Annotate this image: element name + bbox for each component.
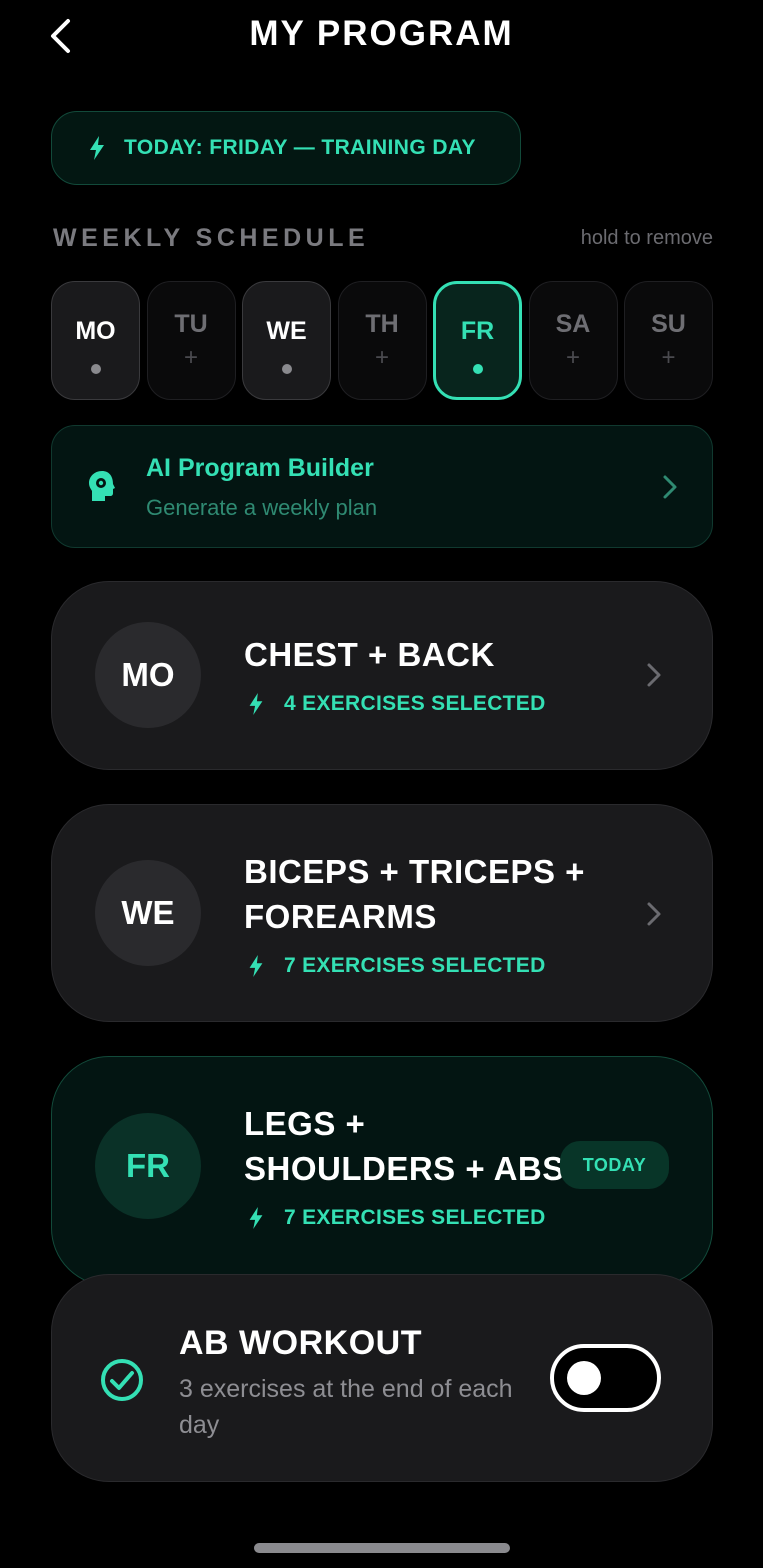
ab-workout-card: AB WORKOUT 3 exercises at the end of eac…	[51, 1274, 713, 1482]
page-title: MY PROGRAM	[249, 14, 514, 53]
exercise-count: 4 EXERCISES SELECTED	[248, 692, 546, 716]
chevron-right-icon	[663, 475, 677, 499]
chevron-right-icon	[647, 902, 661, 926]
workout-card-we[interactable]: WE BICEPS + TRICEPS + FOREARMS 7 EXERCIS…	[51, 804, 713, 1022]
day-avatar: WE	[95, 860, 201, 966]
program-screen: MY PROGRAM TODAY: FRIDAY — TRAINING DAY …	[0, 0, 763, 1568]
workout-title-line: LEGS +	[244, 1105, 366, 1142]
day-chip-sa[interactable]: SA +	[528, 281, 618, 400]
day-chip-tu[interactable]: TU +	[146, 281, 236, 400]
plus-icon: +	[183, 344, 198, 371]
exercise-count-text: 4 EXERCISES SELECTED	[284, 692, 546, 715]
day-avatar: FR	[95, 1113, 201, 1219]
day-dot-icon	[472, 364, 483, 374]
workout-title-line: FOREARMS	[244, 898, 437, 935]
bolt-icon	[249, 955, 263, 977]
day-abbr: TU	[174, 310, 208, 338]
ab-workout-title: AB WORKOUT	[179, 1324, 422, 1362]
bolt-icon	[249, 693, 263, 715]
day-abbr: TH	[365, 310, 399, 338]
day-abbr: WE	[266, 317, 307, 345]
toggle-knob	[567, 1361, 601, 1395]
ai-program-builder-card[interactable]: AI Program Builder Generate a weekly pla…	[51, 425, 713, 548]
check-circle-icon	[101, 1359, 143, 1401]
workout-card-mo[interactable]: MO CHEST + BACK 4 EXERCISES SELECTED	[51, 581, 713, 770]
workout-title-line: BICEPS + TRICEPS +	[244, 853, 585, 890]
day-chip-th[interactable]: TH +	[337, 281, 427, 400]
ai-builder-title: AI Program Builder	[146, 454, 374, 482]
exercise-count-text: 7 EXERCISES SELECTED	[284, 1206, 546, 1229]
day-abbr: SU	[651, 310, 686, 338]
workout-card-fr[interactable]: FR LEGS + SHOULDERS + ABS 7 EXERCISES SE…	[51, 1056, 713, 1286]
day-abbr: SA	[555, 310, 591, 338]
workout-title-line: SHOULDERS + ABS	[244, 1150, 565, 1187]
weekly-schedule-title: WEEKLY SCHEDULE	[53, 224, 370, 252]
today-banner: TODAY: FRIDAY — TRAINING DAY	[51, 111, 521, 185]
bolt-icon	[90, 136, 104, 160]
home-indicator[interactable]	[254, 1543, 510, 1553]
ab-workout-subtitle: 3 exercises at the end of each day	[179, 1375, 513, 1439]
day-dot-icon	[281, 364, 292, 374]
day-chip-we[interactable]: WE	[242, 281, 331, 400]
header: MY PROGRAM	[0, 0, 763, 72]
plus-icon: +	[374, 344, 389, 371]
chevron-right-icon	[647, 663, 661, 687]
day-abbr: MO	[75, 317, 116, 345]
day-chip-mo[interactable]: MO	[51, 281, 140, 400]
day-abbr: FR	[460, 317, 495, 345]
day-avatar: MO	[95, 622, 201, 728]
exercise-count: 7 EXERCISES SELECTED	[248, 954, 546, 978]
today-banner-text: TODAY: FRIDAY — TRAINING DAY	[124, 136, 476, 159]
exercise-count: 7 EXERCISES SELECTED	[248, 1206, 546, 1230]
ab-workout-toggle[interactable]	[550, 1344, 661, 1412]
day-dot-icon	[90, 364, 101, 374]
day-selector: MO TU + WE TH + FR SA + SU +	[51, 281, 713, 400]
weekly-schedule-hint: hold to remove	[580, 227, 713, 249]
exercise-count-text: 7 EXERCISES SELECTED	[284, 954, 546, 977]
plus-icon: +	[565, 344, 580, 371]
today-badge: TODAY	[560, 1141, 669, 1189]
workout-title: CHEST + BACK	[244, 632, 495, 677]
day-chip-su[interactable]: SU +	[624, 281, 713, 400]
workout-title: LEGS + SHOULDERS + ABS	[244, 1101, 565, 1191]
plus-icon: +	[661, 344, 676, 371]
ai-builder-subtitle: Generate a weekly plan	[146, 495, 378, 520]
ai-head-icon	[89, 471, 115, 501]
workout-title: BICEPS + TRICEPS + FOREARMS	[244, 849, 585, 939]
workout-title-line: CHEST + BACK	[244, 636, 495, 673]
bolt-icon	[249, 1207, 263, 1229]
day-chip-fr[interactable]: FR	[433, 281, 522, 400]
